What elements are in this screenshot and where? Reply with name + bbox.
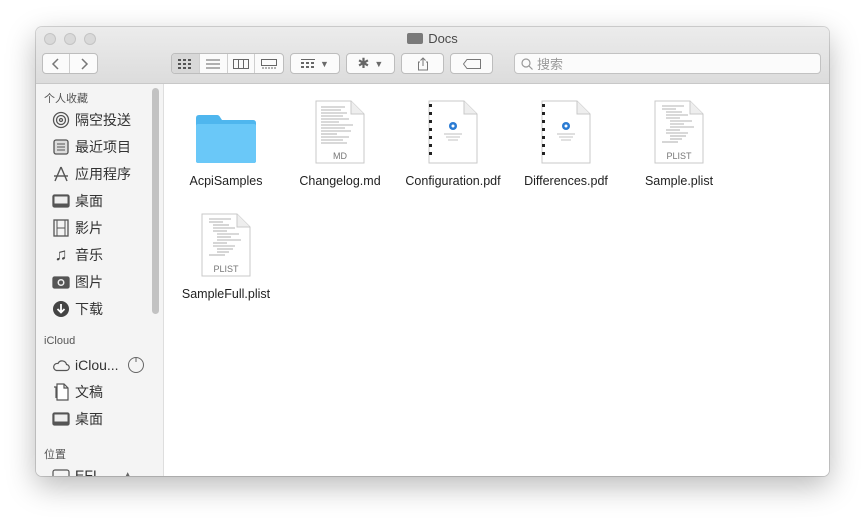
movies-icon: [52, 219, 70, 237]
sidebar-section-favorites: 个人收藏: [44, 93, 88, 105]
file-badge: MD: [331, 151, 349, 161]
desktop-icon: [52, 410, 70, 428]
window-title: Docs: [36, 31, 829, 46]
tags-button[interactable]: [450, 53, 493, 74]
file-name: SampleFull.plist: [181, 287, 271, 301]
folder-icon: [407, 33, 424, 44]
markdown-file-icon: MD: [281, 98, 399, 164]
sync-progress-icon: [127, 357, 144, 373]
sidebar: 个人收藏 隔空投送 最近项目 应用程序 桌面 影片 ♫ 音乐 图片 下载 iCl…: [36, 84, 164, 476]
chevron-down-icon: ▼: [374, 58, 384, 69]
file-item-changelog[interactable]: MD Changelog.md: [281, 98, 399, 188]
file-item-configuration[interactable]: Configuration.pdf: [394, 98, 512, 188]
chevron-right-icon: [80, 57, 88, 70]
share-button[interactable]: [401, 53, 444, 74]
sidebar-item-documents[interactable]: 文稿: [52, 381, 103, 403]
music-icon: ♫: [54, 245, 68, 264]
pdf-file-icon: [507, 98, 625, 164]
sidebar-item-label: 图片: [75, 274, 103, 290]
file-name: Configuration.pdf: [405, 174, 501, 188]
chevron-left-icon: [51, 57, 59, 70]
file-name: Changelog.md: [299, 174, 381, 188]
share-icon: [417, 56, 428, 70]
sidebar-item-label: 下载: [75, 301, 103, 317]
sidebar-item-label: 最近项目: [75, 139, 131, 155]
file-item-samplefull-plist[interactable]: PLIST SampleFull.plist: [167, 211, 285, 301]
file-item-acpisamples[interactable]: AcpiSamples: [167, 98, 285, 188]
sidebar-item-movies[interactable]: 影片: [52, 217, 103, 239]
sidebar-item-icloud-desktop[interactable]: 桌面: [52, 408, 103, 430]
folder-icon: [167, 98, 285, 164]
gallery-icon: [261, 58, 278, 68]
sidebar-item-recents[interactable]: 最近项目: [52, 136, 131, 158]
file-item-sample-plist[interactable]: PLIST Sample.plist: [620, 98, 738, 188]
sidebar-item-desktop[interactable]: 桌面: [52, 190, 103, 212]
file-name: AcpiSamples: [189, 174, 263, 188]
eject-icon[interactable]: ▲: [123, 470, 133, 477]
gear-icon: ✱: [357, 55, 370, 71]
sidebar-item-airdrop[interactable]: 隔空投送: [52, 109, 131, 131]
sidebar-item-pictures[interactable]: 图片: [52, 271, 103, 293]
search-field[interactable]: 搜索: [514, 53, 821, 74]
icon-view-button[interactable]: [172, 54, 200, 73]
sidebar-item-music[interactable]: ♫ 音乐: [52, 244, 103, 266]
sidebar-item-label: 应用程序: [75, 166, 131, 182]
pdf-file-icon: [394, 98, 512, 164]
file-browser: AcpiSamples MD Changelog.md Configuratio…: [164, 84, 829, 476]
sidebar-item-label: iClou...: [75, 357, 119, 373]
applications-icon: [52, 165, 70, 183]
toolbar: Docs ▼ ✱ ▼ 搜索: [36, 27, 829, 84]
view-mode-control: [171, 53, 284, 74]
sidebar-item-label: EFI: [75, 467, 97, 476]
search-placeholder: 搜索: [537, 57, 564, 72]
documents-icon: [52, 383, 70, 401]
sidebar-item-label: 音乐: [75, 247, 103, 263]
sidebar-item-applications[interactable]: 应用程序: [52, 163, 131, 185]
icloud-icon: [52, 356, 70, 374]
sidebar-item-label: 桌面: [75, 193, 103, 209]
sidebar-item-label: 隔空投送: [75, 112, 131, 128]
search-icon: [521, 57, 533, 70]
list-view-button[interactable]: [200, 54, 228, 73]
file-name: Differences.pdf: [524, 174, 608, 188]
sidebar-item-downloads[interactable]: 下载: [52, 298, 103, 320]
file-badge: PLIST: [664, 151, 694, 161]
desktop-icon: [52, 192, 70, 210]
airdrop-icon: [52, 111, 70, 129]
sidebar-item-label: 桌面: [75, 411, 103, 427]
group-button[interactable]: ▼: [290, 53, 340, 74]
columns-icon: [232, 58, 249, 69]
finder-window: Docs ▼ ✱ ▼ 搜索 个人收藏 隔空投送 最近项目 应用程序 桌面 影片 …: [36, 27, 829, 476]
sidebar-section-locations: 位置: [44, 449, 66, 461]
sidebar-item-label: 影片: [75, 220, 103, 236]
tag-icon: [462, 58, 481, 69]
forward-button[interactable]: [70, 54, 97, 73]
grid-icon: [178, 58, 192, 69]
plist-file-icon: PLIST: [620, 98, 738, 164]
sidebar-item-icloud-drive[interactable]: iClou...: [52, 354, 145, 376]
nav-buttons: [42, 53, 98, 74]
downloads-icon: [52, 300, 70, 318]
back-button[interactable]: [43, 54, 71, 73]
file-item-differences[interactable]: Differences.pdf: [507, 98, 625, 188]
plist-file-icon: PLIST: [167, 211, 285, 277]
chevron-down-icon: ▼: [320, 58, 329, 69]
recents-icon: [52, 138, 70, 156]
disk-icon: [52, 466, 70, 476]
sidebar-scrollbar[interactable]: [152, 88, 159, 314]
sidebar-section-icloud: iCloud: [44, 335, 76, 347]
column-view-button[interactable]: [228, 54, 256, 73]
file-badge: PLIST: [211, 264, 241, 274]
sidebar-item-label: 文稿: [75, 384, 103, 400]
action-button[interactable]: ✱ ▼: [346, 53, 395, 74]
list-icon: [206, 59, 221, 68]
group-icon: [301, 58, 316, 68]
sidebar-item-efi[interactable]: EFI ▲: [52, 464, 133, 476]
gallery-view-button[interactable]: [255, 54, 283, 73]
file-name: Sample.plist: [644, 174, 714, 188]
pictures-icon: [52, 273, 70, 291]
